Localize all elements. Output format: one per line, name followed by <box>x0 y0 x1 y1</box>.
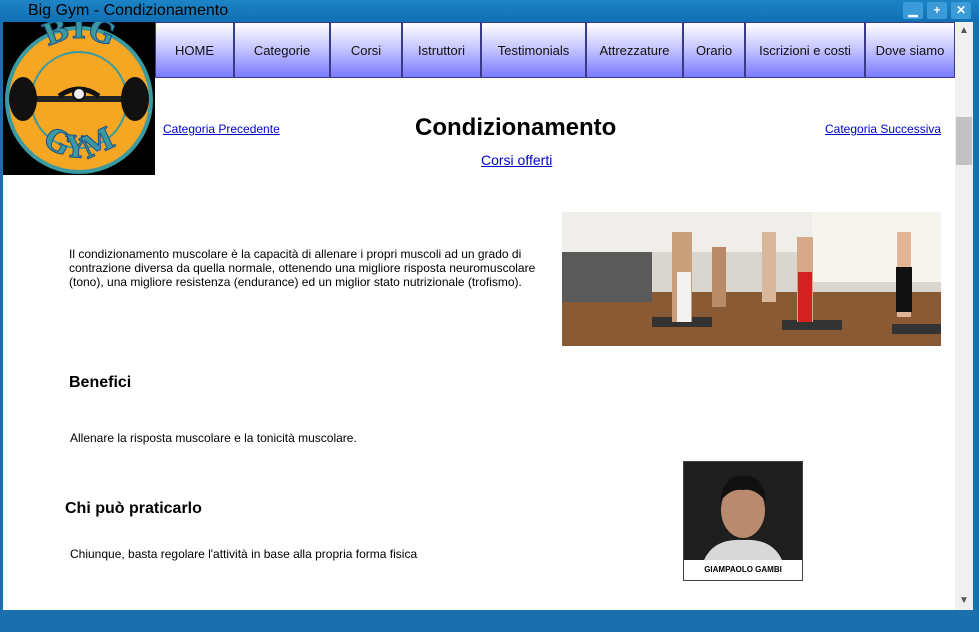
benefici-heading: Benefici <box>69 374 132 391</box>
nav-item-dove-siamo[interactable]: Dove siamo <box>865 22 955 78</box>
benefici-text: Allenare la risposta muscolare e la toni… <box>70 431 357 445</box>
page-viewport: BIG GYM HOME Categorie Corsi Istruttori … <box>3 22 955 610</box>
nav-item-iscrizioni[interactable]: Iscrizioni e costi <box>745 22 865 78</box>
nav-item-testimonials[interactable]: Testimonials <box>481 22 586 78</box>
nav-item-home[interactable]: HOME <box>155 22 234 78</box>
instructor-photo[interactable]: GIAMPAOLO GAMBI <box>683 461 803 581</box>
intro-paragraph: Il condizionamento muscolare è la capaci… <box>69 247 536 289</box>
nav-item-istruttori[interactable]: Istruttori <box>402 22 481 78</box>
next-category-link[interactable]: Categoria Successiva <box>825 122 941 136</box>
scroll-down-icon[interactable]: ▼ <box>955 592 973 610</box>
window-title: Big Gym - Condizionamento <box>28 2 229 19</box>
scroll-thumb[interactable] <box>956 117 972 165</box>
chi-puo-praticarlo-heading: Chi può praticarlo <box>65 500 202 517</box>
chi-puo-praticarlo-text: Chiunque, basta regolare l'attività in b… <box>70 547 418 561</box>
scroll-up-icon[interactable]: ▲ <box>955 22 973 40</box>
prev-category-link[interactable]: Categoria Precedente <box>163 122 280 136</box>
window-bottom-frame <box>0 610 979 632</box>
main-nav: HOME Categorie Corsi Istruttori Testimon… <box>155 22 955 78</box>
close-icon[interactable]: ✕ <box>951 2 971 19</box>
big-gym-logo[interactable]: BIG GYM <box>3 22 155 175</box>
nav-item-categorie[interactable]: Categorie <box>234 22 330 78</box>
nav-item-orario[interactable]: Orario <box>683 22 745 78</box>
minimize-icon[interactable]: ▁ <box>903 2 923 19</box>
vertical-scrollbar[interactable]: ▲ ▼ <box>955 22 973 610</box>
class-photo <box>562 212 941 346</box>
corsi-offerti-link[interactable]: Corsi offerti <box>481 152 552 168</box>
instructor-caption: GIAMPAOLO GAMBI <box>684 560 802 580</box>
nav-item-corsi[interactable]: Corsi <box>330 22 402 78</box>
page-title: Condizionamento <box>415 114 617 141</box>
window-titlebar: Big Gym - Condizionamento ▁ + ✕ <box>0 0 979 22</box>
nav-item-attrezzature[interactable]: Attrezzature <box>586 22 683 78</box>
maximize-icon[interactable]: + <box>927 2 947 19</box>
